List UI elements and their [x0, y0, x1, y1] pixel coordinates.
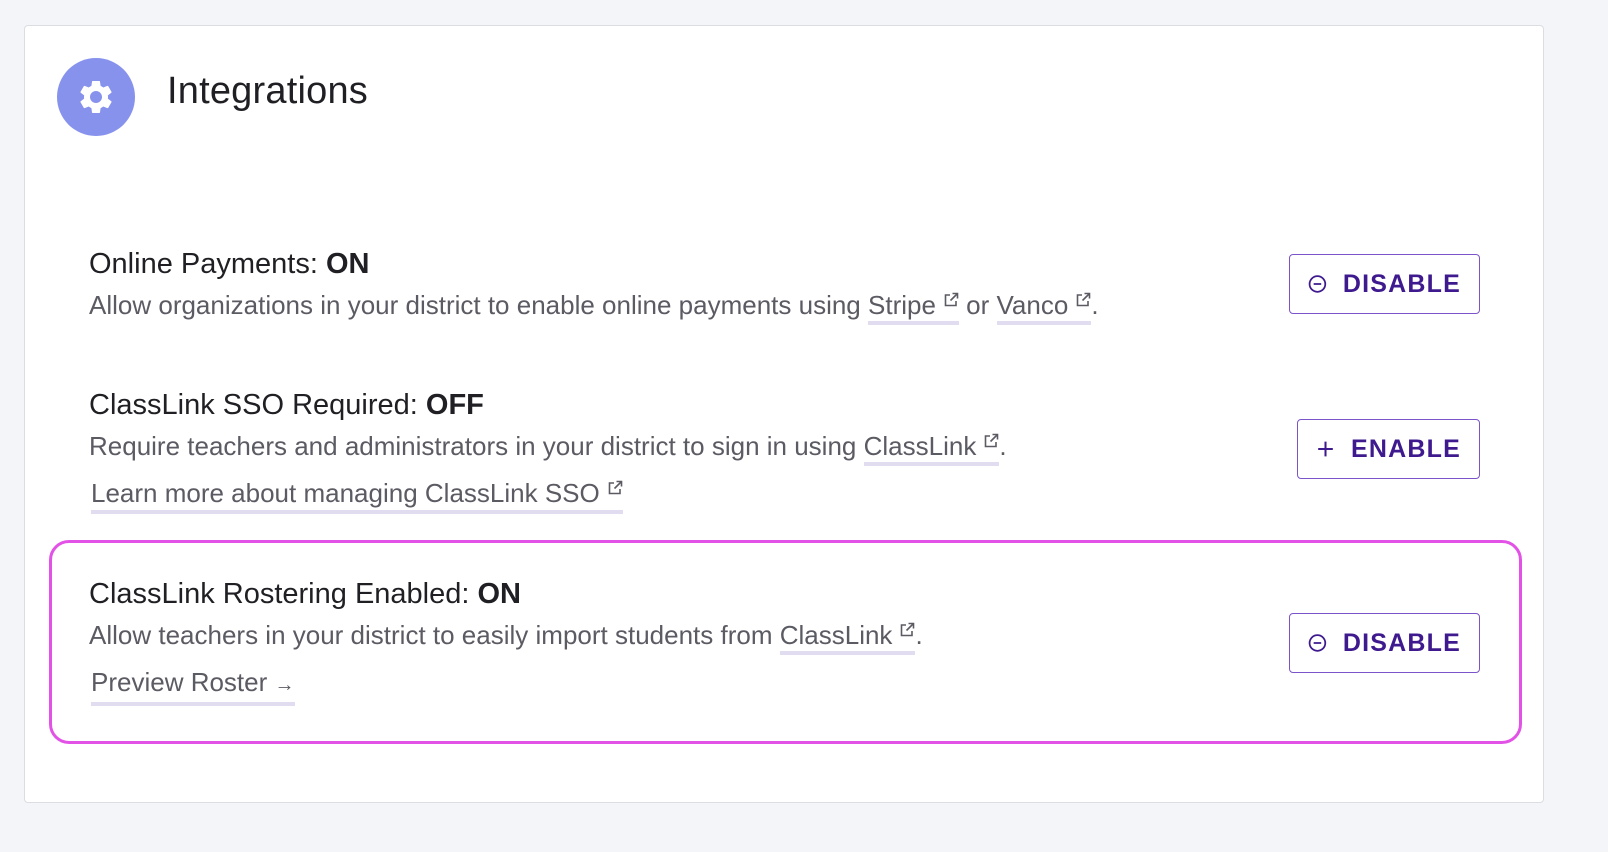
button-label: DISABLE	[1342, 269, 1461, 298]
stripe-link[interactable]: Stripe	[868, 290, 959, 325]
link-label: Learn more about managing ClassLink SSO	[91, 478, 600, 508]
description-text: Require teachers and administrators in y…	[89, 431, 857, 461]
row-title-label: ClassLink SSO Required:	[89, 389, 418, 421]
external-link-icon	[608, 480, 623, 495]
page-title: Integrations	[167, 70, 368, 112]
status-badge: ON	[325, 248, 370, 280]
row-description: Allow organizations in your district to …	[89, 288, 1479, 325]
highlight-outline	[49, 540, 1522, 744]
enable-classlink-sso-button[interactable]: ENABLE	[1297, 419, 1480, 479]
classlink-link[interactable]: ClassLink	[863, 431, 1000, 466]
link-label: Vanco	[996, 290, 1069, 320]
online-payments-row: Online Payments: ON Allow organizations …	[89, 246, 1479, 325]
external-link-icon	[985, 433, 999, 448]
external-link-icon	[944, 292, 959, 307]
plus-icon	[1318, 441, 1333, 457]
disable-online-payments-button[interactable]: DISABLE	[1289, 254, 1480, 314]
vanco-link[interactable]: Vanco	[996, 290, 1092, 325]
minus-circle-icon	[1308, 275, 1327, 293]
gear-icon	[57, 58, 135, 136]
description-text: Allow organizations in your district to …	[89, 290, 861, 320]
row-title: ClassLink SSO Required: OFF	[89, 387, 1479, 423]
description-text: or	[966, 290, 990, 320]
classlink-sso-row: ClassLink SSO Required: OFF Require teac…	[89, 387, 1479, 514]
button-label: ENABLE	[1351, 434, 1461, 463]
row-title-label: Online Payments:	[89, 248, 318, 280]
link-label: ClassLink	[863, 431, 977, 461]
status-badge: OFF	[425, 389, 484, 421]
external-link-icon	[1077, 292, 1091, 307]
description-text: .	[999, 431, 1007, 461]
description-text: .	[1091, 290, 1099, 320]
row-description: Require teachers and administrators in y…	[89, 429, 1479, 466]
link-label: Stripe	[868, 290, 936, 320]
learn-more-classlink-sso-link[interactable]: Learn more about managing ClassLink SSO	[91, 477, 623, 514]
row-title: Online Payments: ON	[89, 246, 1479, 282]
